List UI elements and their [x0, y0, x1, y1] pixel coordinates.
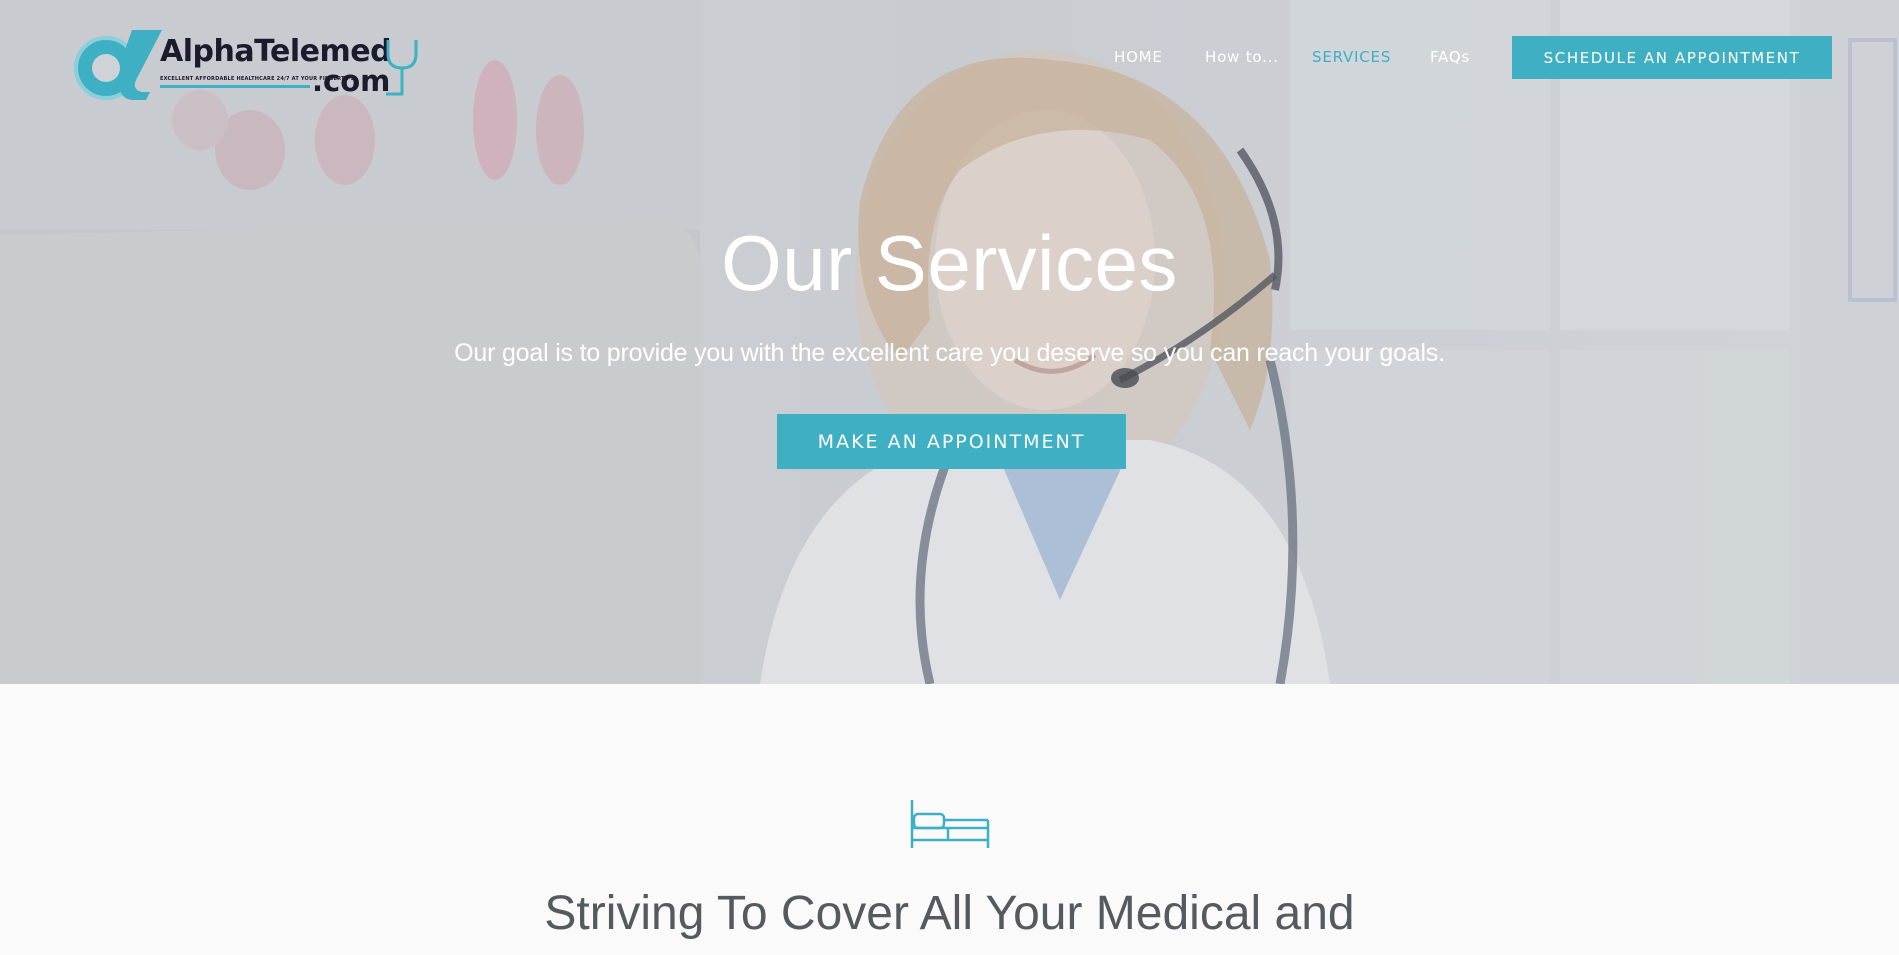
- make-appointment-button[interactable]: MAKE AN APPOINTMENT: [777, 414, 1126, 469]
- logo-underline: [160, 85, 310, 88]
- logo-domain-suffix: .com: [312, 64, 391, 98]
- alpha-logo-icon: [74, 30, 162, 100]
- bed-icon: [910, 800, 990, 848]
- nav-item-home[interactable]: HOME: [1114, 48, 1163, 66]
- schedule-appointment-button[interactable]: SCHEDULE AN APPOINTMENT: [1512, 36, 1832, 79]
- nav-item-faqs[interactable]: FAQs: [1430, 48, 1470, 66]
- site-logo[interactable]: AlphaTelemed EXCELLENT AFFORDABLE HEALTH…: [70, 30, 425, 102]
- services-section: Striving To Cover All Your Medical and: [0, 684, 1899, 955]
- page-title: Our Services: [721, 219, 1178, 307]
- stethoscope-icon: [386, 40, 418, 96]
- nav-item-how-to[interactable]: How to...: [1205, 48, 1279, 66]
- hero-section: AlphaTelemed EXCELLENT AFFORDABLE HEALTH…: [0, 0, 1899, 684]
- section-title: Striving To Cover All Your Medical and: [544, 887, 1355, 940]
- hero-subtitle: Our goal is to provide you with the exce…: [454, 339, 1445, 367]
- nav-item-services[interactable]: SERVICES: [1312, 48, 1391, 66]
